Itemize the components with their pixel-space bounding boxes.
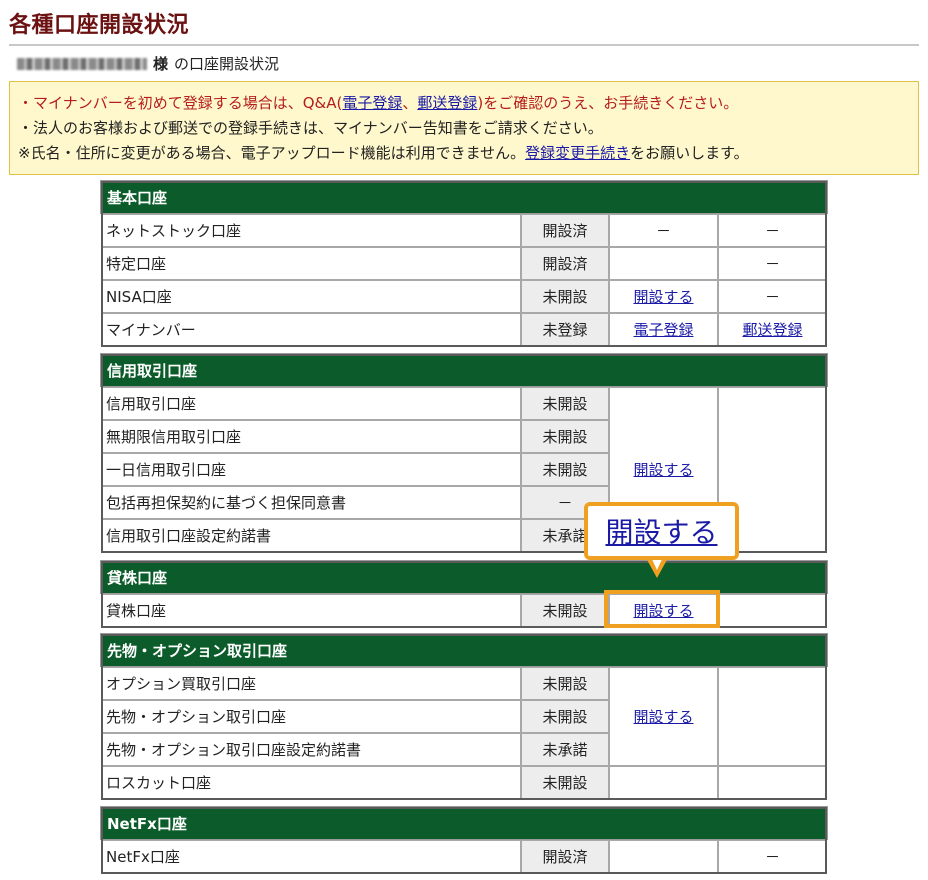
row-status-option-buy: 未開設 — [521, 667, 609, 700]
row-cell-tokutei-4: － — [718, 247, 827, 280]
notice-box: ・マイナンバーを初めて登録する場合は、Q&A(電子登録、郵送登録)をご確認のうえ… — [9, 81, 919, 175]
row-name-margin-agreement: 信用取引口座設定約諾書 — [101, 519, 521, 552]
faq-electronic-registration-link[interactable]: 電子登録 — [342, 94, 402, 112]
owner-line: 様 の口座開設状況 — [17, 53, 279, 74]
row-name-day-margin: 一日信用取引口座 — [101, 453, 521, 486]
row-name-netfx: NetFx口座 — [101, 840, 521, 873]
row-cell-tokutei-3 — [609, 247, 718, 280]
notice-line-1: ・マイナンバーを初めて登録する場合は、Q&A(電子登録、郵送登録)をご確認のうえ… — [18, 91, 918, 116]
row-name-futures-agreement: 先物・オプション取引口座設定約諾書 — [101, 733, 521, 766]
lending-open-cell: 開設する — [609, 594, 718, 627]
margin-open-link[interactable]: 開設する — [633, 459, 693, 480]
notice-line-3-text: ※氏名・住所に変更がある場合、電子アップロード機能は利用できません。 — [18, 144, 526, 162]
row-cell-nisa-4: － — [718, 280, 827, 313]
notice-line-3: ※氏名・住所に変更がある場合、電子アップロード機能は利用できません。登録変更手続… — [18, 141, 918, 166]
callout-open-label: 開設する — [605, 516, 718, 549]
mynumber-electronic-cell: 電子登録 — [609, 313, 718, 346]
losscut-empty-cell-4 — [718, 766, 827, 799]
notice-line-3-tail: をお願いします。 — [630, 144, 749, 162]
nisa-open-link[interactable]: 開設する — [633, 286, 693, 307]
section-header-futures: 先物・オプション取引口座 — [100, 633, 828, 667]
row-cell-netstock-4: － — [718, 214, 827, 247]
row-cell-netfx-3 — [609, 840, 718, 873]
futures-open-link[interactable]: 開設する — [633, 706, 693, 727]
section-header-netfx: NetFx口座 — [100, 806, 828, 840]
losscut-empty-cell-3 — [609, 766, 718, 799]
section-header-margin: 信用取引口座 — [100, 353, 828, 387]
owner-name-redacted — [17, 57, 147, 70]
lending-empty-cell — [718, 594, 827, 627]
row-name-tokutei: 特定口座 — [101, 247, 521, 280]
section-header-lending: 貸株口座 — [100, 560, 828, 594]
row-name-mynumber: マイナンバー — [101, 313, 521, 346]
notice-line-1-text: ・マイナンバーを初めて登録する場合は、Q&A( — [18, 94, 343, 112]
row-cell-netfx-4: － — [718, 840, 827, 873]
notice-separator: 、 — [402, 94, 418, 112]
notice-line-2: ・法人のお客様および郵送での登録手続きは、マイナンバー告知書をご請求ください。 — [18, 119, 603, 137]
page-title: 各種口座開設状況 — [9, 13, 190, 38]
row-cell-netstock-3: － — [609, 214, 718, 247]
row-name-unlimited-margin: 無期限信用取引口座 — [101, 420, 521, 453]
row-status-losscut: 未開設 — [521, 766, 609, 799]
row-status-futures-option: 未開設 — [521, 700, 609, 733]
row-status-futures-agreement: 未承諾 — [521, 733, 609, 766]
row-name-collateral-consent: 包括再担保契約に基づく担保同意書 — [101, 486, 521, 519]
owner-honorific: 様 — [153, 55, 169, 73]
row-status-tokutei: 開設済 — [521, 247, 609, 280]
row-name-option-buy: オプション買取引口座 — [101, 667, 521, 700]
owner-label: の口座開設状況 — [174, 55, 280, 73]
row-status-lending: 未開設 — [521, 594, 609, 627]
row-status-margin: 未開設 — [521, 387, 609, 420]
row-name-futures-option: 先物・オプション取引口座 — [101, 700, 521, 733]
mynumber-mail-link[interactable]: 郵送登録 — [742, 319, 802, 340]
faq-mail-registration-link[interactable]: 郵送登録 — [417, 94, 477, 112]
mynumber-mail-cell: 郵送登録 — [718, 313, 827, 346]
row-status-netstock: 開設済 — [521, 214, 609, 247]
row-status-nisa: 未開設 — [521, 280, 609, 313]
row-name-margin: 信用取引口座 — [101, 387, 521, 420]
row-status-mynumber: 未登録 — [521, 313, 609, 346]
mynumber-electronic-link[interactable]: 電子登録 — [633, 319, 693, 340]
lending-open-link[interactable]: 開設する — [633, 600, 693, 621]
row-status-day-margin: 未開設 — [521, 453, 609, 486]
row-name-lending: 貸株口座 — [101, 594, 521, 627]
row-name-losscut: ロスカット口座 — [101, 766, 521, 799]
title-divider — [9, 44, 919, 46]
futures-open-cell: 開設する — [609, 667, 718, 766]
section-header-basic: 基本口座 — [100, 180, 828, 214]
row-status-unlimited-margin: 未開設 — [521, 420, 609, 453]
nisa-open-cell: 開設する — [609, 280, 718, 313]
row-name-netstock: ネットストック口座 — [101, 214, 521, 247]
callout-bubble: 開設する — [584, 502, 739, 560]
futures-empty-cell — [718, 667, 827, 766]
notice-line-1-tail: )をご確認のうえ、お手続きください。 — [477, 94, 739, 112]
row-status-netfx: 開設済 — [521, 840, 609, 873]
row-name-nisa: NISA口座 — [101, 280, 521, 313]
registration-change-link[interactable]: 登録変更手続き — [525, 144, 630, 162]
